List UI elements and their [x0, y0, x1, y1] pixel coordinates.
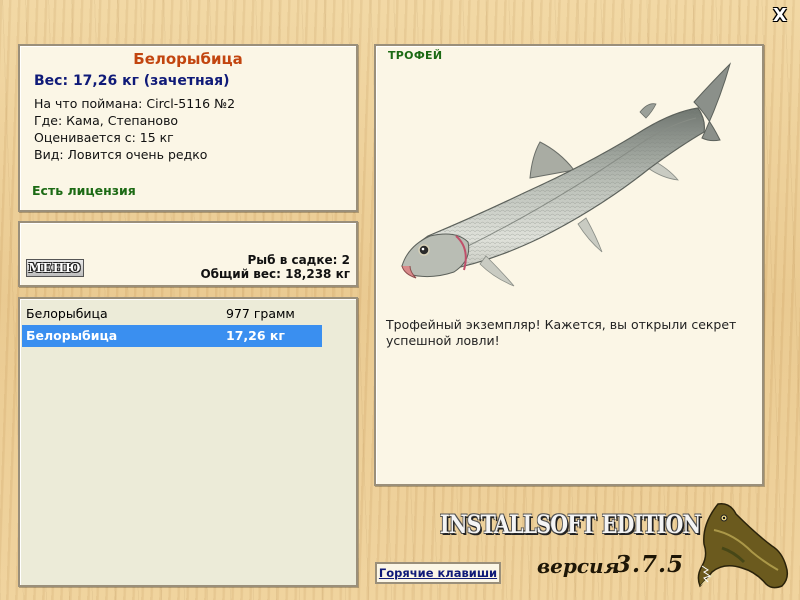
pike-logo-icon	[697, 502, 789, 589]
bait-attribute: На что поймана: Circl-5116 №2	[34, 96, 236, 111]
fish-name: Белорыбица	[133, 50, 243, 68]
fish-count: Рыб в садке: 2	[247, 253, 351, 267]
whitefish-illustration	[401, 62, 731, 287]
trophy-panel: ТРОФЕЙ Трофейный экземпляр! Кажется, вы …	[374, 44, 764, 486]
hotkeys-button[interactable]: Горячие клавиши	[375, 562, 501, 584]
list-item-weight: 977 грамм	[226, 306, 295, 321]
version-label: версия	[537, 554, 620, 578]
location-attribute: Где: Кама, Степаново	[34, 113, 179, 128]
license-status: Есть лицензия	[32, 183, 136, 198]
trophy-description: Трофейный экземпляр! Кажется, вы открыли…	[386, 317, 737, 348]
list-item[interactable]: Белорыбица 977 грамм	[22, 303, 322, 325]
keepnet-panel: МЕНЮ Рыб в садке: 2 Общий вес: 18,238 кг	[18, 221, 358, 287]
fish-info-panel: Белорыбица Вес: 17,26 кг (зачетная) На ч…	[18, 44, 358, 212]
rating-attribute: Оценивается с: 15 кг	[34, 130, 174, 145]
edition-title: INSTALLSOFT EDITION	[440, 510, 701, 539]
catch-list: Белорыбица 977 грамм Белорыбица 17,26 кг	[18, 297, 358, 587]
menu-button[interactable]: МЕНЮ	[26, 259, 84, 277]
fish-weight: Вес: 17,26 кг (зачетная)	[34, 73, 230, 89]
version-number: 3.7.5	[615, 551, 685, 578]
list-item-weight: 17,26 кг	[226, 328, 285, 343]
close-icon[interactable]: X	[770, 6, 790, 26]
list-item-selected[interactable]: Белорыбица 17,26 кг	[22, 325, 322, 347]
list-item-name: Белорыбица	[26, 328, 118, 343]
total-weight: Общий вес: 18,238 кг	[200, 267, 350, 281]
rarity-attribute: Вид: Ловится очень редко	[34, 147, 208, 162]
list-item-name: Белорыбица	[26, 306, 108, 321]
